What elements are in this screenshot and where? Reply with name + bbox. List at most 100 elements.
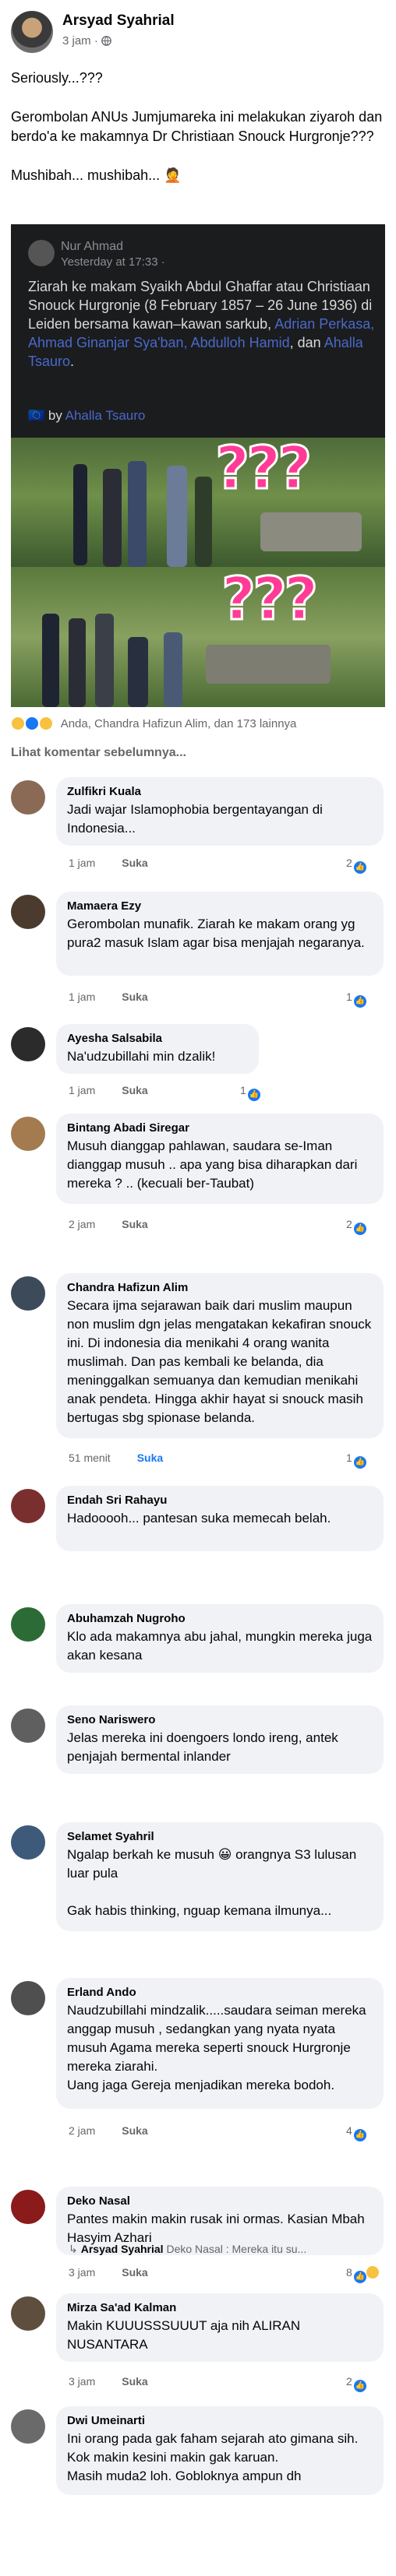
comment-time[interactable]: 2 jam [69,1218,95,1230]
comment-bubble: Seno Nariswero Jelas mereka ini doengoers… [56,1705,384,1774]
like-button[interactable]: Suka [122,857,147,869]
commenter-avatar[interactable] [11,1825,45,1860]
reaction-count-number: 2 [346,2375,352,2388]
reaction-count[interactable]: 2 👍 [346,1218,366,1235]
commenter-avatar[interactable] [11,1709,45,1743]
comment-time[interactable]: 1 jam [69,1084,95,1096]
like-button[interactable]: Suka [137,1452,163,1464]
commenter-avatar[interactable] [11,1607,45,1642]
comment-bubble: Dwi Umeinarti Ini orang pada gak faham se… [56,2406,384,2495]
commenter-name[interactable]: Erland Ando [67,1986,373,1999]
comment-bubble: Mirza Sa'ad Kalman Makin KUUUSSSUUUT aja … [56,2293,384,2362]
comment-time[interactable]: 3 jam [69,2266,95,2279]
comment-text: Naudzubillahi mindzalik.....saudara seim… [67,2003,366,2092]
comment-meta: 1 jam Suka [69,1084,175,1096]
commenter-avatar[interactable] [11,1027,45,1061]
reactions-summary[interactable]: Anda, Chandra Hafizun Alim, dan 173 lain… [11,716,296,730]
comment-bubble: Bintang Abadi Siregar Musuh dianggap pahl… [56,1114,384,1204]
reaction-count[interactable]: 1 👍 [346,1452,366,1469]
reaction-count[interactable]: 2 👍 [346,2375,366,2392]
comment-time[interactable]: 1 jam [69,857,95,869]
commenter-avatar[interactable] [11,780,45,815]
commenter-avatar[interactable] [11,2409,45,2444]
reply-text: Deko Nasal : Mereka itu su... [166,2243,307,2255]
like-button[interactable]: Suka [122,1218,147,1230]
reaction-count[interactable]: 1 👍 [346,991,366,1008]
like-icon: 👍 [353,1223,366,1235]
comment-meta: 3 jam Suka [69,2375,175,2388]
comment-meta: 51 menit Suka [69,1452,189,1464]
commenter-name[interactable]: Ayesha Salsabila [67,1032,248,1045]
commenter-name[interactable]: Dwi Umeinarti [67,2414,373,2427]
comment-time[interactable]: 2 jam [69,2124,95,2137]
commenter-name[interactable]: Selamet Syahril [67,1830,373,1843]
commenter-name[interactable]: Mirza Sa'ad Kalman [67,2301,373,2314]
wow-icon [11,716,25,730]
reaction-count[interactable]: 8 👍 [346,2266,379,2283]
reaction-count[interactable]: 1 👍 [240,1084,260,1101]
screenshot-card: Nur Ahmad Yesterday at 17:33 · Ziarah ke… [11,224,385,438]
like-button[interactable]: Suka [122,2124,147,2137]
reaction-count-number: 1 [346,991,352,1003]
photo-bottom: ??? [11,567,385,707]
reply-arrow-icon: ↳ [69,2243,78,2255]
commenter-name[interactable]: Chandra Hafizun Alim [67,1281,373,1294]
like-button[interactable]: Suka [122,2266,147,2279]
reaction-count-number: 1 [346,1452,352,1464]
commenter-avatar[interactable] [11,1276,45,1311]
comment-text: Musuh dianggap pahlawan, saudara se-Iman… [67,1138,362,1191]
reply-author[interactable]: Arsyad Syahrial [81,2243,167,2255]
comment-time[interactable]: 51 menit [69,1452,111,1464]
poster-avatar[interactable] [11,11,53,53]
post-time[interactable]: 3 jam [62,34,91,48]
comment-bubble: Endah Sri Rahayu Hadooooh... pantesan suk… [56,1486,384,1551]
comment-text: Gerombolan munafik. Ziarah ke makam oran… [67,917,365,950]
comment-bubble: Zulfikri Kuala Jadi wajar Islamophobia be… [56,777,384,846]
haha-icon [39,716,54,730]
like-button[interactable]: Suka [122,991,147,1003]
comment-bubble: Mamaera Ezy Gerombolan munafik. Ziarah ke… [56,892,384,976]
commenter-avatar[interactable] [11,895,45,929]
commenter-name[interactable]: Seno Nariswero [67,1713,373,1726]
commenter-name[interactable]: Deko Nasal [67,2194,373,2208]
commenter-name[interactable]: Bintang Abadi Siregar [67,1121,373,1135]
commenter-avatar[interactable] [11,1981,45,2015]
comment-text: Makin KUUUSSSUUUT aja nih ALIRAN NUSANTA… [67,2318,304,2352]
commenter-avatar[interactable] [11,1117,45,1151]
comment-time[interactable]: 1 jam [69,991,95,1003]
comment-text: Jadi wajar Islamophobia bergentayangan d… [67,802,327,836]
comment-time[interactable]: 3 jam [69,2375,95,2388]
like-icon [25,716,40,730]
commenter-name[interactable]: Endah Sri Rahayu [67,1494,373,1507]
commenter-name[interactable]: Abuhamzah Nugroho [67,1612,373,1625]
reaction-count[interactable]: 4 👍 [346,2124,366,2141]
reaction-count-number: 1 [240,1084,246,1096]
haha-icon [366,2266,379,2279]
reaction-count-number: 4 [346,2124,352,2137]
comment-text: Na'udzubillahi min dzalik! [67,1049,216,1064]
commenter-name[interactable]: Mamaera Ezy [67,899,373,913]
comment-bubble: Abuhamzah Nugroho Klo ada makamnya abu ja… [56,1604,384,1673]
commenter-avatar[interactable] [11,1489,45,1523]
commenter-avatar[interactable] [11,2190,45,2224]
commenter-name[interactable]: Zulfikri Kuala [67,785,373,798]
reaction-count-number: 2 [346,857,352,869]
like-icon: 👍 [353,2271,366,2283]
comment-meta: 2 jam Suka [69,1218,175,1230]
question-marks-2: ??? [220,567,319,635]
post-meta: 3 jam · [62,34,111,48]
like-button[interactable]: Suka [122,2375,147,2388]
shared-body: Ziarah ke makam Syaikh Abdul Ghaffar ata… [28,279,375,369]
shared-time: Yesterday at 17:33 · [61,255,165,269]
comment-bubble: Selamet Syahril Ngalap berkah ke musuh 😀 … [56,1822,384,1931]
view-previous-comments[interactable]: Lihat komentar sebelumnya... [11,746,186,760]
reply-preview[interactable]: ↳ Arsyad Syahrial Deko Nasal : Mereka itu… [69,2243,306,2256]
like-button[interactable]: Suka [122,1084,147,1096]
commenter-avatar[interactable] [11,2296,45,2331]
post-image[interactable]: Nur Ahmad Yesterday at 17:33 · Ziarah ke… [0,224,396,707]
reaction-count[interactable]: 2 👍 [346,857,366,874]
comment-text: Secara ijma sejarawan baik dari muslim m… [67,1298,376,1425]
comment-bubble: Chandra Hafizun Alim Secara ijma sejarawa… [56,1273,384,1438]
poster-name[interactable]: Arsyad Syahrial [62,12,175,30]
comment-meta: 1 jam Suka [69,857,175,869]
